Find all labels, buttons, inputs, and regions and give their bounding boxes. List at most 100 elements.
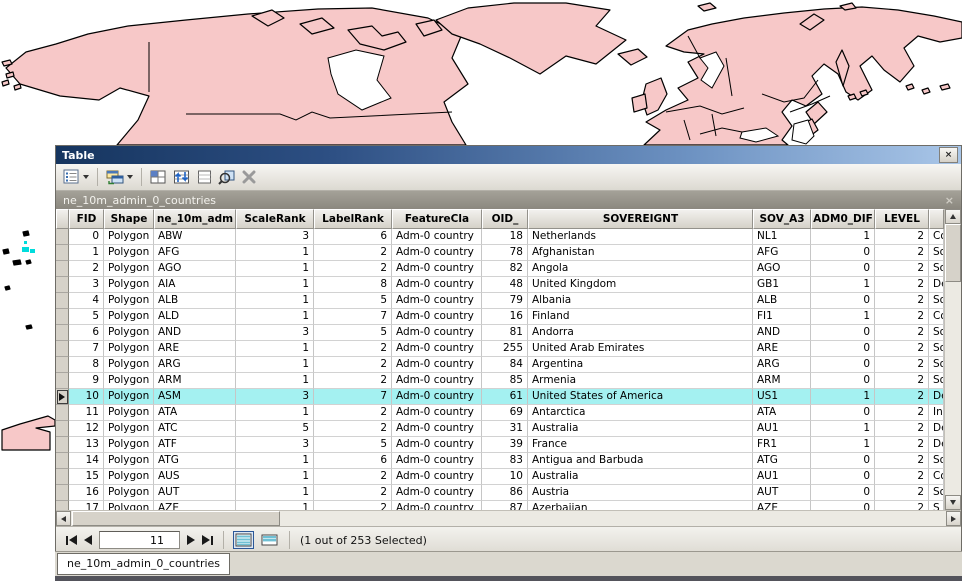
- scroll-left-button[interactable]: [56, 511, 71, 526]
- table-cell[interactable]: Polygon: [104, 325, 154, 341]
- scroll-down-button[interactable]: [945, 495, 961, 510]
- table-cell[interactable]: AGO: [154, 261, 236, 277]
- row-selector[interactable]: [56, 453, 69, 469]
- table-cell[interactable]: 2: [875, 277, 929, 293]
- table-cell[interactable]: Adm-0 country: [392, 277, 482, 293]
- table-cell[interactable]: 1: [811, 421, 875, 437]
- table-cell[interactable]: So: [929, 293, 944, 309]
- table-cell[interactable]: Polygon: [104, 421, 154, 437]
- table-cell[interactable]: Polygon: [104, 261, 154, 277]
- table-cell[interactable]: So: [929, 245, 944, 261]
- table-cell[interactable]: 3: [69, 277, 104, 293]
- table-cell[interactable]: Polygon: [104, 405, 154, 421]
- table-cell[interactable]: 69: [482, 405, 528, 421]
- scroll-up-button[interactable]: [945, 209, 961, 224]
- previous-record-button[interactable]: [84, 535, 92, 545]
- table-cell[interactable]: 5: [236, 421, 314, 437]
- table-cell[interactable]: So: [929, 261, 944, 277]
- table-cell[interactable]: 0: [811, 325, 875, 341]
- table-cell[interactable]: 2: [875, 421, 929, 437]
- table-cell[interactable]: 1: [236, 341, 314, 357]
- related-tables-button[interactable]: [105, 168, 134, 186]
- scroll-right-button[interactable]: [946, 511, 961, 526]
- table-cell[interactable]: 2: [875, 293, 929, 309]
- table-cell[interactable]: 2: [875, 245, 929, 261]
- table-cell[interactable]: Andorra: [528, 325, 753, 341]
- row-selector[interactable]: [56, 501, 69, 510]
- table-cell[interactable]: Argentina: [528, 357, 753, 373]
- table-cell[interactable]: Polygon: [104, 501, 154, 510]
- table-cell[interactable]: 1: [236, 469, 314, 485]
- table-cell[interactable]: 2: [314, 485, 392, 501]
- table-cell[interactable]: 1: [236, 277, 314, 293]
- table-cell[interactable]: 0: [811, 453, 875, 469]
- table-cell[interactable]: AZE: [154, 501, 236, 510]
- table-cell[interactable]: 2: [875, 405, 929, 421]
- table-window-titlebar[interactable]: Table ×: [56, 146, 961, 164]
- column-header[interactable]: SOV_A3: [753, 209, 811, 229]
- table-cell[interactable]: 6: [69, 325, 104, 341]
- table-cell[interactable]: 87: [482, 501, 528, 510]
- row-selector[interactable]: [56, 261, 69, 277]
- table-cell[interactable]: 84: [482, 357, 528, 373]
- table-cell[interactable]: 2: [314, 245, 392, 261]
- table-cell[interactable]: ATC: [154, 421, 236, 437]
- next-record-button[interactable]: [187, 535, 195, 545]
- table-cell[interactable]: Adm-0 country: [392, 501, 482, 510]
- table-cell[interactable]: 1: [811, 277, 875, 293]
- vertical-scroll-track[interactable]: [945, 282, 961, 495]
- table-cell[interactable]: 39: [482, 437, 528, 453]
- last-record-button[interactable]: [202, 535, 213, 545]
- table-cell[interactable]: 1: [236, 357, 314, 373]
- table-cell[interactable]: ARG: [753, 357, 811, 373]
- table-cell[interactable]: 2: [875, 357, 929, 373]
- table-cell[interactable]: 3: [236, 389, 314, 405]
- table-cell[interactable]: 61: [482, 389, 528, 405]
- table-cell[interactable]: 5: [314, 325, 392, 341]
- table-cell[interactable]: 7: [69, 341, 104, 357]
- table-cell[interactable]: Co: [929, 229, 944, 245]
- table-cell[interactable]: 2: [875, 453, 929, 469]
- table-cell[interactable]: ATA: [753, 405, 811, 421]
- table-cell[interactable]: 15: [69, 469, 104, 485]
- table-cell[interactable]: 2: [314, 501, 392, 510]
- table-cell[interactable]: 9: [69, 373, 104, 389]
- table-cell[interactable]: 1: [236, 293, 314, 309]
- table-cell[interactable]: Polygon: [104, 357, 154, 373]
- clear-selection-button[interactable]: [196, 168, 213, 186]
- table-cell[interactable]: Finland: [528, 309, 753, 325]
- table-cell[interactable]: 81: [482, 325, 528, 341]
- table-cell[interactable]: Polygon: [104, 341, 154, 357]
- table-cell[interactable]: US1: [753, 389, 811, 405]
- table-cell[interactable]: 2: [314, 373, 392, 389]
- table-cell[interactable]: 0: [811, 261, 875, 277]
- table-cell[interactable]: Adm-0 country: [392, 309, 482, 325]
- table-cell[interactable]: 0: [811, 341, 875, 357]
- table-cell[interactable]: Angola: [528, 261, 753, 277]
- table-cell[interactable]: 2: [314, 405, 392, 421]
- current-record-input[interactable]: [99, 531, 180, 549]
- table-cell[interactable]: 2: [875, 309, 929, 325]
- table-cell[interactable]: 2: [875, 229, 929, 245]
- table-cell[interactable]: 5: [314, 293, 392, 309]
- row-selector[interactable]: [56, 245, 69, 261]
- column-header[interactable]: FeatureCla: [392, 209, 482, 229]
- table-cell[interactable]: 1: [236, 245, 314, 261]
- table-cell[interactable]: Australia: [528, 469, 753, 485]
- show-selected-records-button[interactable]: [260, 533, 279, 547]
- table-cell[interactable]: Azerbaijan: [528, 501, 753, 510]
- table-cell[interactable]: 0: [811, 357, 875, 373]
- table-cell[interactable]: ALB: [154, 293, 236, 309]
- table-cell[interactable]: Adm-0 country: [392, 357, 482, 373]
- first-record-button[interactable]: [66, 535, 77, 545]
- row-selector[interactable]: [56, 437, 69, 453]
- table-cell[interactable]: ABW: [154, 229, 236, 245]
- table-cell[interactable]: 11: [69, 405, 104, 421]
- row-selector[interactable]: [56, 277, 69, 293]
- table-cell[interactable]: Adm-0 country: [392, 389, 482, 405]
- table-cell[interactable]: 0: [811, 293, 875, 309]
- table-cell[interactable]: Antarctica: [528, 405, 753, 421]
- table-cell[interactable]: 6: [314, 453, 392, 469]
- table-cell[interactable]: 10: [69, 389, 104, 405]
- table-cell[interactable]: Polygon: [104, 469, 154, 485]
